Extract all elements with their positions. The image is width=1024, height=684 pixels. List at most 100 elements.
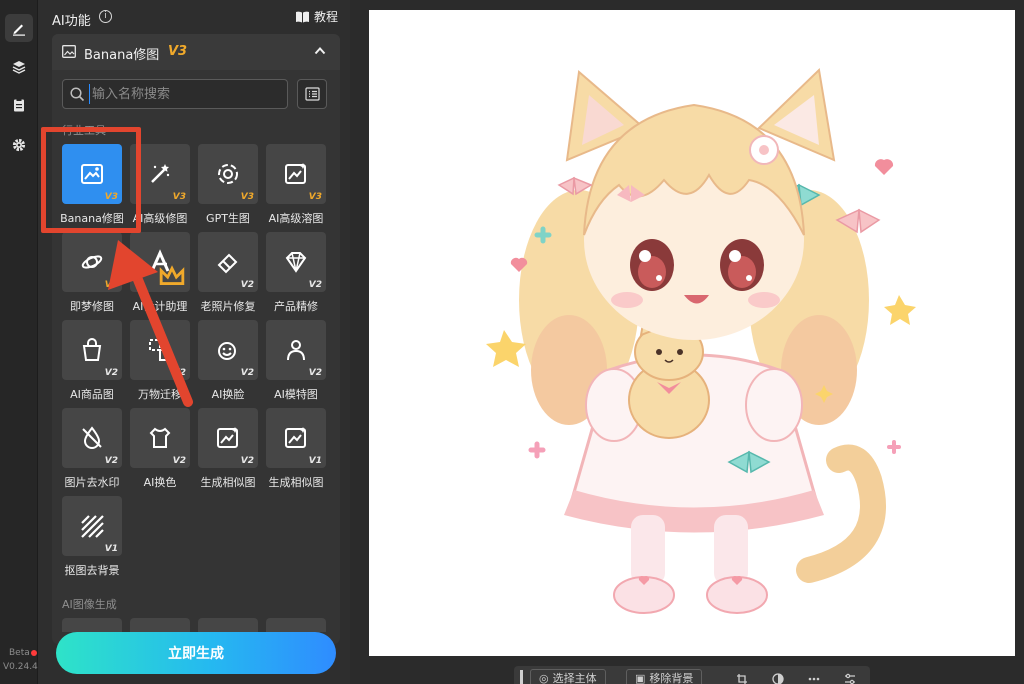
tool-dream-planet[interactable]: V3 即梦修图	[62, 232, 122, 316]
openai-icon	[218, 164, 238, 184]
tool-tile[interactable]: V2	[198, 232, 258, 292]
select-subject-label: 选择主体	[552, 672, 597, 684]
tool-label: 万物迁移	[138, 388, 182, 401]
tool-tile[interactable]: V3	[62, 232, 122, 292]
tool-label: 即梦修图	[70, 300, 114, 313]
tool-label: 老照片修复	[200, 300, 256, 313]
tool-tile[interactable]: V2	[130, 320, 190, 380]
face-swap-icon	[218, 342, 236, 360]
watermark-remove-icon	[82, 426, 102, 449]
artboard[interactable]	[369, 10, 1015, 656]
card-title: Banana修图	[84, 48, 160, 63]
canvas-toolbar: ◎ 选择主体 ▣ 移除背景	[514, 666, 870, 684]
tool-tile[interactable]: V2	[130, 408, 190, 468]
target-icon: ◎	[539, 671, 549, 684]
tool-image-sparkle[interactable]: V3 AI高级溶图	[266, 144, 326, 228]
tool-tile[interactable]: V2	[62, 408, 122, 468]
tool-tile[interactable]: V3	[198, 144, 258, 204]
image-edit-icon	[62, 45, 76, 58]
tool-shirt-color[interactable]: V2 AI换色	[130, 408, 190, 492]
crown-icon	[159, 265, 185, 285]
clipboard-icon[interactable]	[5, 91, 33, 119]
tutorial-label: 教程	[313, 10, 338, 24]
tool-model-person[interactable]: V2 AI模特图	[266, 320, 326, 404]
version-badge: V3	[240, 192, 254, 202]
magic-wand-icon	[151, 164, 170, 183]
tool-tile[interactable]: V1	[266, 408, 326, 468]
tool-label: AI模特图	[274, 388, 318, 401]
transfer-icon	[149, 339, 171, 361]
search-input[interactable]	[89, 84, 279, 104]
tool-label: 生成相似图	[268, 476, 324, 489]
version-badge: V2	[240, 280, 254, 290]
tool-tile[interactable]: V2	[266, 320, 326, 380]
tool-tile[interactable]: V2	[198, 408, 258, 468]
crop-icon[interactable]	[736, 673, 748, 684]
dream-planet-icon	[81, 255, 103, 269]
tool-image-sparkle[interactable]: V2 生成相似图	[198, 408, 258, 492]
shopping-bag-icon	[82, 338, 102, 361]
tool-tile-partial	[62, 618, 122, 632]
image-icon: ▣	[635, 671, 646, 684]
more-icon[interactable]	[808, 673, 820, 684]
tool-label: AI换脸	[211, 388, 245, 401]
version-badge: V3	[104, 280, 118, 290]
tool-label: 抠图去背景	[64, 564, 120, 577]
tool-face-swap[interactable]: V2 AI换脸	[198, 320, 258, 404]
version-badge: V2	[172, 456, 186, 466]
tool-tile[interactable]: V2	[266, 232, 326, 292]
tool-tile[interactable]	[130, 232, 190, 292]
card-header[interactable]: Banana修图 V3	[52, 34, 340, 70]
search-box	[62, 79, 288, 109]
tool-openai[interactable]: V3 GPT生图	[198, 144, 258, 228]
select-subject-button[interactable]: ◎ 选择主体	[530, 669, 606, 684]
generate-button[interactable]: 立即生成	[56, 632, 336, 674]
notification-dot	[31, 650, 37, 656]
gear-icon[interactable]	[5, 131, 33, 159]
search-icon	[70, 87, 85, 102]
eraser-icon	[217, 253, 238, 274]
tool-transfer[interactable]: V2 万物迁移	[130, 320, 190, 404]
list-view-button[interactable]	[297, 79, 327, 109]
tool-image-sparkle[interactable]: V1 生成相似图	[266, 408, 326, 492]
drag-handle[interactable]	[520, 670, 523, 684]
remove-background-button[interactable]: ▣ 移除背景	[626, 669, 703, 684]
chevron-up-icon[interactable]	[314, 46, 326, 55]
model-person-icon	[287, 340, 305, 361]
banana-tool-card: Banana修图 V3 行业工具 V3Banana修图V3AI高级修图V3GPT…	[52, 34, 340, 644]
version-badge: V1	[104, 544, 118, 554]
info-icon[interactable]: i	[99, 10, 112, 23]
tool-watermark-remove[interactable]: V2 图片去水印	[62, 408, 122, 492]
remove-background-label: 移除背景	[649, 672, 694, 684]
tool-diamond[interactable]: V2 产品精修	[266, 232, 326, 316]
version-badge: V2	[104, 368, 118, 378]
tutorial-link[interactable]: 教程	[295, 8, 338, 25]
contrast-icon[interactable]	[772, 673, 784, 684]
tool-tile-partial	[130, 618, 190, 632]
image-sparkle-icon	[217, 427, 238, 448]
layers-icon[interactable]	[5, 53, 33, 81]
version-label: V0.24.4	[3, 662, 38, 672]
tool-design-assistant[interactable]: AI设计助理	[130, 232, 190, 316]
ai-features-panel: AI功能 i 教程 Banana修图 V3 行业工具 V3Banana修图V3A…	[38, 0, 350, 684]
pencil-icon[interactable]	[5, 14, 33, 42]
tool-label: 产品精修	[274, 300, 318, 313]
tool-rail: Beta V0.24.4	[0, 0, 38, 684]
version-badge: V3	[308, 192, 322, 202]
tool-shopping-bag[interactable]: V2 AI商品图	[62, 320, 122, 404]
tool-tile-partial	[198, 618, 258, 632]
tool-tile[interactable]: V2	[198, 320, 258, 380]
section-label-ai-image-gen: AI图像生成	[62, 598, 117, 611]
tool-label: 生成相似图	[200, 476, 256, 489]
tool-tile[interactable]: V3	[266, 144, 326, 204]
tool-hatch-cutout[interactable]: V1 抠图去背景	[62, 496, 122, 580]
image-sparkle-icon	[285, 163, 306, 184]
image-sparkle-icon	[285, 427, 306, 448]
tool-tile[interactable]: V1	[62, 496, 122, 556]
version-badge: V2	[308, 368, 322, 378]
tool-eraser[interactable]: V2 老照片修复	[198, 232, 258, 316]
adjust-icon[interactable]	[844, 673, 856, 684]
version-badge: V2	[308, 280, 322, 290]
panel-title: AI功能	[52, 14, 91, 29]
tool-tile[interactable]: V2	[62, 320, 122, 380]
